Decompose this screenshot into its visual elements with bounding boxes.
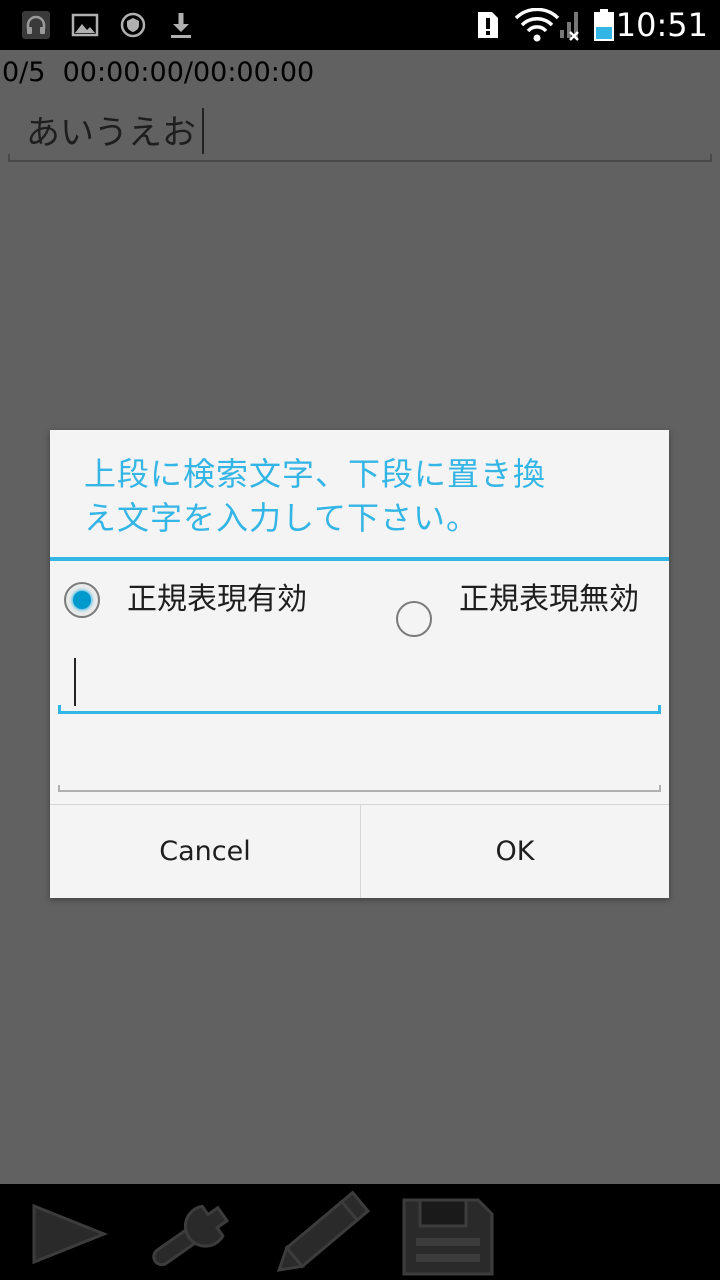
progress-counter: 0/5 00:00:00/00:00:00: [2, 57, 315, 88]
title-divider: [50, 557, 669, 561]
image-icon: [70, 10, 100, 40]
wifi-icon: [514, 7, 560, 42]
shield-icon: [118, 10, 148, 40]
regex-disabled-radio[interactable]: [396, 601, 432, 637]
search-input[interactable]: [58, 654, 661, 714]
signal-icon: [558, 8, 582, 42]
dialog-title-line-1: 上段に検索文字、下段に置き換: [84, 455, 547, 493]
replace-input-underline: [58, 785, 661, 792]
headset-icon: [21, 10, 51, 40]
main-text-editor[interactable]: あいうえお: [8, 100, 712, 162]
regex-enabled-radio[interactable]: [64, 582, 100, 618]
regex-enabled-label[interactable]: 正規表現有効: [127, 580, 307, 620]
download-icon: [166, 10, 196, 40]
dialog-title-line-2: え文字を入力して下さい。: [84, 499, 480, 537]
clock: 10:51: [615, 6, 708, 44]
search-caret: [74, 658, 76, 706]
settings-button[interactable]: [132, 1184, 262, 1280]
regex-disabled-label[interactable]: 正規表現無効: [459, 580, 639, 620]
dialog-title: 上段に検索文字、下段に置き換 え文字を入力して下さい。: [84, 452, 624, 540]
battery-icon: [592, 8, 616, 42]
play-button[interactable]: [12, 1184, 142, 1280]
main-text-underline: [8, 154, 712, 162]
bottom-toolbar: [0, 1184, 720, 1280]
save-button[interactable]: [392, 1184, 522, 1280]
cancel-button[interactable]: Cancel: [50, 805, 360, 898]
search-replace-dialog: 上段に検索文字、下段に置き換 え文字を入力して下さい。 正規表現有効 正規表現無…: [50, 430, 669, 898]
text-caret: [202, 108, 204, 154]
edit-button[interactable]: [262, 1184, 392, 1280]
main-text-value: あいうえお: [26, 113, 196, 153]
search-input-underline: [58, 705, 661, 714]
ok-button[interactable]: OK: [361, 805, 669, 898]
alert-icon: [474, 10, 502, 40]
replace-input[interactable]: [58, 732, 661, 792]
screen: 10:51 0/5 00:00:00/00:00:00 あいうえお 上段に検索文…: [0, 0, 720, 1280]
status-bar: 10:51: [0, 0, 720, 50]
